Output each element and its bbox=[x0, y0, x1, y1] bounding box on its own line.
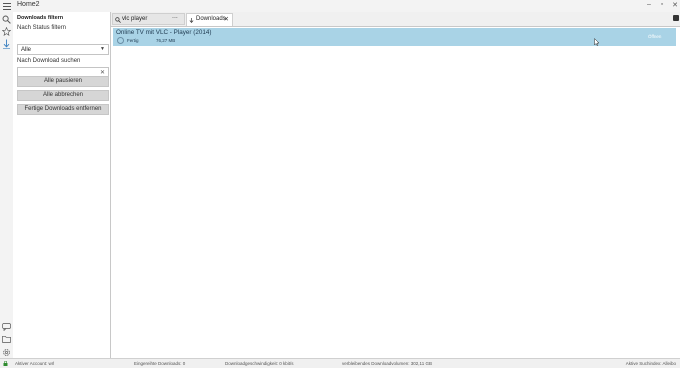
status-filter-select[interactable]: Alle ▼ bbox=[17, 44, 109, 55]
download-status: Fertig bbox=[127, 37, 139, 43]
search-icon bbox=[115, 17, 121, 23]
pause-all-button[interactable]: Alle pausieren bbox=[17, 76, 109, 87]
search-engine-text: Aktive Suchindex: Alleibo bbox=[625, 361, 676, 366]
remove-finished-button[interactable]: Fertige Downloads entfernen bbox=[17, 104, 109, 115]
download-icon bbox=[189, 18, 194, 23]
filter-heading: Downloads filtern bbox=[17, 15, 64, 21]
status-check-icon bbox=[117, 37, 124, 44]
search-tab-label: vlc player bbox=[122, 16, 148, 22]
clear-search-icon[interactable]: ✕ bbox=[100, 69, 105, 76]
downloads-tab-label: Downloads bbox=[196, 16, 226, 22]
tab-search[interactable]: vlc player ... bbox=[112, 13, 185, 25]
active-account-text: Aktiver Account: wrl bbox=[15, 361, 55, 366]
mouse-cursor-icon bbox=[594, 38, 600, 46]
title-bar: Home2 – ▫ ✕ bbox=[0, 0, 680, 12]
open-download-button[interactable]: Öffnen bbox=[648, 34, 661, 39]
downloads-list: Online TV mit VLC - Player (2014) Fertig… bbox=[111, 27, 680, 358]
status-bar: Aktiver Account: wrl Eingereihte Downloa… bbox=[0, 358, 680, 368]
minimize-button[interactable]: – bbox=[644, 1, 654, 8]
hamburger-menu-icon[interactable] bbox=[3, 2, 11, 10]
tab-list-menu-icon[interactable] bbox=[673, 15, 679, 21]
download-title: Online TV mit VLC - Player (2014) bbox=[116, 29, 212, 36]
download-search-label: Nach Download suchen bbox=[17, 58, 81, 64]
app-title: Home2 bbox=[17, 1, 40, 8]
lock-icon bbox=[3, 361, 8, 366]
close-button[interactable]: ✕ bbox=[670, 1, 680, 9]
filter-panel: Downloads filtern Nach Status filtern Al… bbox=[13, 12, 111, 358]
status-filter-label: Nach Status filtern bbox=[17, 25, 67, 31]
settings-icon[interactable] bbox=[2, 348, 11, 357]
tab-downloads[interactable]: Downloads ✕ bbox=[186, 13, 233, 26]
search-icon[interactable] bbox=[2, 15, 11, 24]
queued-downloads-text: Eingereihte Downloads: 0 bbox=[134, 361, 186, 366]
cancel-all-button[interactable]: Alle abbrechen bbox=[17, 90, 109, 101]
chat-icon[interactable] bbox=[2, 323, 11, 331]
chevron-down-icon: ▼ bbox=[100, 46, 105, 52]
star-icon[interactable] bbox=[2, 27, 11, 36]
icon-rail bbox=[0, 12, 14, 358]
close-tab-icon[interactable]: ✕ bbox=[224, 15, 229, 23]
download-speed-text: Downloadgeschwindigkeit: 0 kbit/s bbox=[225, 361, 294, 366]
folder-icon[interactable] bbox=[2, 335, 11, 343]
tab-bar: vlc player ... Downloads ✕ bbox=[111, 12, 680, 27]
download-size: 76,27 MB bbox=[156, 37, 176, 43]
search-more-button[interactable]: ... bbox=[172, 13, 178, 20]
status-filter-value: Alle bbox=[21, 47, 32, 53]
remaining-volume-text: verbleibendes Downloadvolumen: 302,11 GB bbox=[342, 361, 432, 366]
download-icon[interactable] bbox=[2, 39, 11, 49]
download-row[interactable]: Online TV mit VLC - Player (2014) Fertig… bbox=[113, 28, 676, 46]
maximize-button[interactable]: ▫ bbox=[657, 1, 667, 8]
